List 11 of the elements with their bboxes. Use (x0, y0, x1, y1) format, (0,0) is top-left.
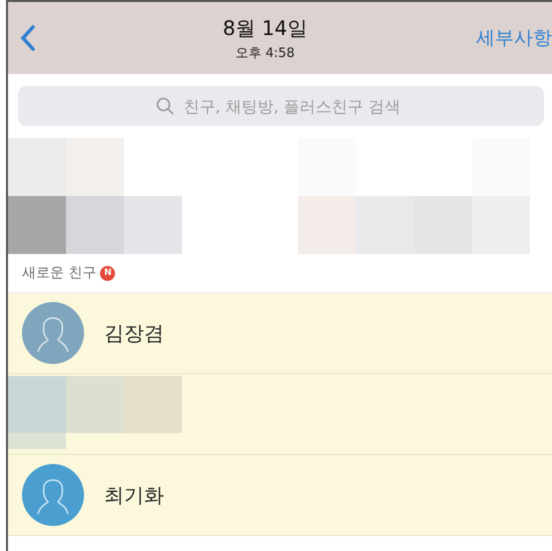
search-field[interactable]: 친구, 채팅방, 플러스친구 검색 (18, 86, 544, 126)
chevron-left-icon (20, 25, 36, 51)
friend-row[interactable]: 김장겸 (8, 293, 552, 374)
search-icon (156, 97, 174, 115)
friend-row[interactable]: 최기화 (8, 455, 552, 536)
section-label: 새로운 친구 (22, 264, 96, 282)
time-subtitle: 오후 4:58 (235, 44, 295, 62)
new-badge: N (100, 266, 116, 280)
friend-name: 최기화 (104, 482, 164, 508)
date-title: 8월 14일 (222, 14, 308, 42)
friend-name: 김장겸 (104, 320, 164, 346)
